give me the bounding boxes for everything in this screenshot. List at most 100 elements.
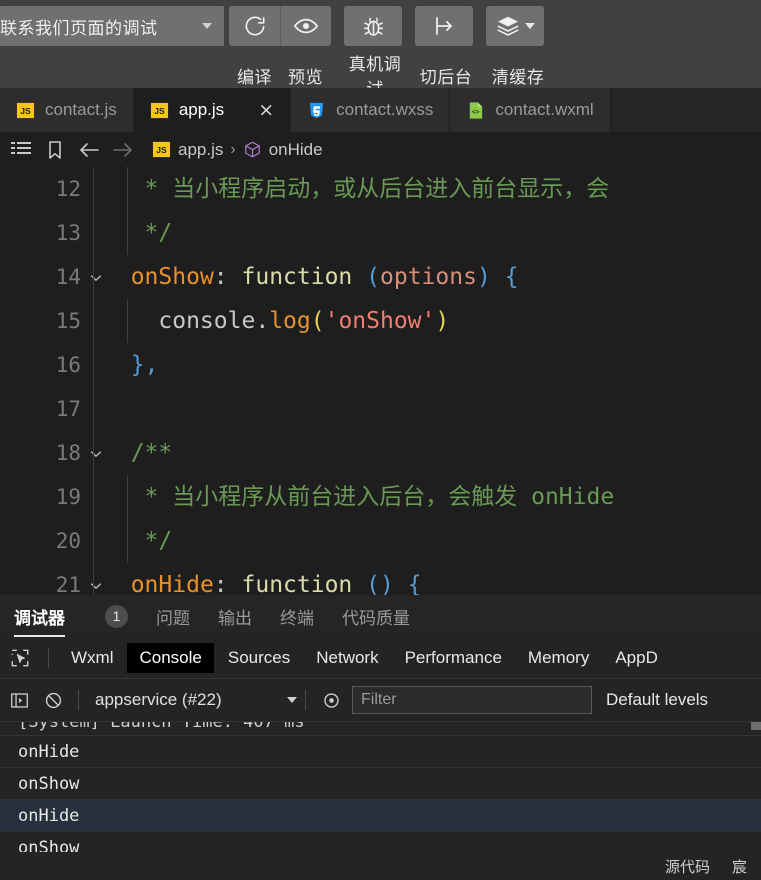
code-token: )	[476, 264, 491, 290]
code-line[interactable]: 18 /**	[0, 431, 761, 475]
file-tab-contact-wxss[interactable]: contact.wxss	[291, 88, 451, 132]
console-context-value: appservice (#22)	[95, 690, 222, 709]
code-editor[interactable]: 12 * 当小程序启动，或从后台进入前台显示，会 13 */14 onShow: …	[0, 167, 761, 595]
js-file-icon: JS	[150, 102, 168, 118]
preview-button[interactable]	[280, 6, 331, 46]
console-line[interactable]: onShow	[0, 768, 761, 800]
code-token: :	[213, 264, 242, 290]
line-number: 19	[55, 485, 81, 509]
gutter-separator	[93, 255, 94, 299]
inspect-element-button[interactable]	[2, 637, 38, 679]
gutter-separator	[93, 167, 94, 211]
status-item-1[interactable]: 宸	[732, 856, 747, 877]
code-line[interactable]: 19 * 当小程序从前台进入后台，会触发 onHide	[0, 475, 761, 519]
wxml-file-icon: <>	[470, 101, 483, 119]
file-tab-app-js[interactable]: JS app.js ×	[133, 88, 292, 132]
console-toolbar: appservice (#22) Filter Default levels	[0, 679, 761, 722]
back-arrow-icon[interactable]	[72, 141, 106, 159]
wechat-devtools-window: 联系我们页面的调试 编译 预览 真机调 切后台 清缓存 JS contact.j…	[0, 0, 761, 880]
clear-console-button[interactable]	[36, 679, 70, 721]
code-line[interactable]: 17	[0, 387, 761, 431]
code-token: {	[407, 572, 422, 595]
breadcrumb: JS app.js › onHide	[0, 132, 761, 167]
top-toolbar: 联系我们页面的调试 编译 预览 真机调 切后台 清缓存	[0, 0, 761, 99]
bookmark-icon[interactable]	[38, 140, 72, 160]
console-filter-input[interactable]: Filter	[352, 686, 592, 714]
compile-button[interactable]	[229, 6, 280, 46]
devtools-tab-network[interactable]: Network	[304, 643, 390, 673]
file-tab-contact-wxml[interactable]: <> contact.wxml	[450, 88, 611, 132]
gutter-separator	[93, 211, 94, 255]
code-text: onShow: function (options) {	[85, 255, 519, 299]
breadcrumb-symbol[interactable]: onHide	[243, 140, 323, 160]
devtools-tab-wxml[interactable]: Wxml	[59, 643, 125, 673]
console-levels-select[interactable]: Default levels	[606, 690, 708, 710]
code-line[interactable]: 14 onShow: function (options) {	[0, 255, 761, 299]
svg-text:JS: JS	[154, 105, 165, 115]
toolbar-row: 联系我们页面的调试	[0, 6, 224, 46]
panel-tab-3[interactable]: 终端	[280, 595, 314, 637]
panel-tab-4[interactable]: 代码质量	[342, 595, 410, 637]
console-line[interactable]: onHide	[0, 736, 761, 768]
file-tab-bar: JS contact.js JS app.js × contact.wxss <	[0, 88, 761, 132]
devtools-tab-sources[interactable]: Sources	[216, 643, 302, 673]
inspect-element-icon	[11, 649, 29, 666]
console-line[interactable]: onHide	[0, 800, 761, 832]
console-line[interactable]: [System] Launch Time: 407 ms	[0, 722, 761, 736]
chevron-down-icon	[287, 697, 297, 703]
code-line[interactable]: 21 onHide: function () {	[0, 563, 761, 595]
file-tab-label: contact.js	[45, 100, 117, 119]
code-token: function	[241, 264, 353, 290]
devtools-panel: Wxml Console Sources Network Performance Memo…	[0, 637, 761, 880]
status-item-0[interactable]: 源代码	[665, 856, 710, 877]
panel-tab-1[interactable]: 问题	[156, 595, 190, 637]
console-context-select[interactable]: appservice (#22)	[87, 690, 297, 710]
live-expression-button[interactable]	[314, 679, 348, 721]
real-device-debug-button[interactable]	[344, 6, 402, 46]
line-number-gutter: 12	[0, 177, 85, 201]
panel-tab-label: 调试器	[14, 608, 65, 628]
code-token: onShow	[130, 264, 214, 290]
execute-sidebar-button[interactable]	[2, 679, 36, 721]
console-line-text: onHide	[18, 741, 80, 762]
code-token: *	[103, 176, 173, 202]
scene-select[interactable]: 联系我们页面的调试	[0, 6, 224, 46]
line-number: 21	[55, 573, 81, 595]
breadcrumb-file-label: app.js	[178, 139, 224, 159]
gutter-separator	[93, 563, 94, 595]
forward-arrow-icon[interactable]	[106, 141, 140, 159]
clear-cache-button[interactable]	[486, 6, 544, 46]
code-text: * 当小程序从前台进入后台，会触发 onHide	[85, 475, 615, 519]
line-number: 18	[55, 441, 81, 465]
devtools-tab-console[interactable]: Console	[127, 642, 214, 673]
line-number: 17	[55, 397, 81, 421]
outline-list-icon[interactable]	[4, 141, 38, 159]
code-line[interactable]: 12 * 当小程序启动，或从后台进入前台显示，会	[0, 167, 761, 211]
cube-symbol-icon	[244, 141, 260, 158]
devtools-tab-memory[interactable]: Memory	[516, 643, 601, 673]
devtools-tab-performance[interactable]: Performance	[393, 643, 514, 673]
chevron-down-icon	[525, 23, 535, 29]
gutter-separator	[93, 299, 94, 343]
breadcrumb-separator: ›	[230, 140, 236, 158]
background-group	[415, 6, 473, 46]
console-scrollbar[interactable]	[751, 722, 761, 730]
panel-tab-2[interactable]: 输出	[218, 595, 252, 637]
code-line[interactable]: 13 */	[0, 211, 761, 255]
back-arrow-icon	[80, 142, 99, 157]
devtools-tab-appd[interactable]: AppD	[603, 643, 670, 673]
code-token: */	[103, 220, 173, 246]
file-tab-label: contact.wxml	[495, 100, 594, 119]
code-line[interactable]: 20 */	[0, 519, 761, 563]
line-number: 12	[55, 177, 81, 201]
code-line[interactable]: 15 console.log('onShow')	[0, 299, 761, 343]
background-button[interactable]	[415, 6, 473, 46]
breadcrumb-file[interactable]: JS app.js	[152, 140, 223, 160]
panel-tab-0[interactable]: 调试器	[14, 595, 65, 637]
file-tab-contact-js[interactable]: JS contact.js	[0, 88, 134, 132]
close-icon[interactable]: ×	[258, 100, 274, 120]
line-number: 15	[55, 309, 81, 333]
code-line[interactable]: 16 },	[0, 343, 761, 387]
